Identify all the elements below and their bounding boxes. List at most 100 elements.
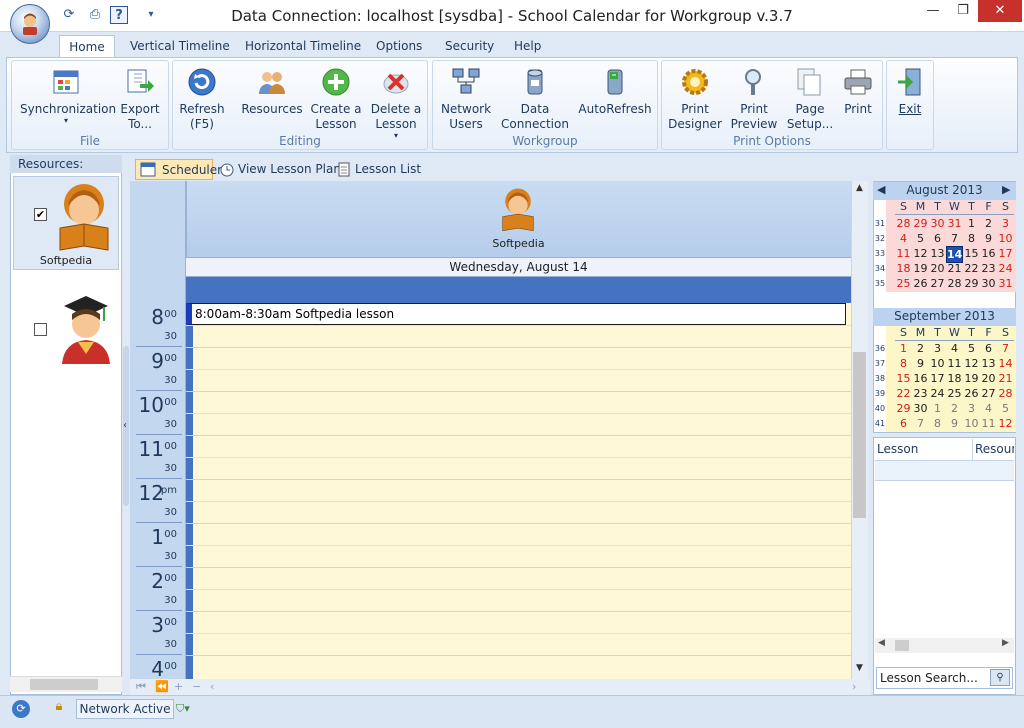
scroll-up-icon[interactable]: ▲ <box>852 183 867 193</box>
print-button[interactable]: Print <box>838 66 878 117</box>
refresh-button[interactable]: Refresh (F5) <box>176 66 228 132</box>
calendar-day[interactable]: 3 <box>997 216 1014 231</box>
calendar-day[interactable]: 31 <box>997 276 1014 291</box>
calendar-day[interactable]: 26 <box>963 386 980 401</box>
synchronization-button[interactable]: Synchronization ▾ <box>20 66 116 125</box>
calendar-day[interactable]: 13 <box>980 356 997 371</box>
prev-page-icon[interactable]: ⏪ <box>155 679 169 694</box>
calendar-day[interactable]: 25 <box>895 276 912 291</box>
calendar-day[interactable]: 2 <box>946 401 963 416</box>
export-to-button[interactable]: Export To... <box>115 66 165 132</box>
calendar-day[interactable]: 27 <box>929 276 946 291</box>
calendar-day[interactable]: 25 <box>946 386 963 401</box>
calendar-day[interactable]: 29 <box>912 216 929 231</box>
calendar-day[interactable]: 4 <box>980 401 997 416</box>
calendar-day[interactable]: 30 <box>980 276 997 291</box>
calendar-day[interactable]: 14 <box>997 356 1014 371</box>
calendar-day[interactable]: 5 <box>912 231 929 246</box>
calendar-day[interactable]: 15 <box>895 371 912 386</box>
column-resource[interactable]: Resource <box>972 439 1014 460</box>
calendar-day[interactable]: 3 <box>929 341 946 356</box>
resource-checkbox[interactable]: ✔ <box>34 208 47 221</box>
calendar-day[interactable]: 6 <box>895 416 912 431</box>
calendar-day[interactable]: 6 <box>980 341 997 356</box>
calendar-day[interactable]: 3 <box>963 401 980 416</box>
app-menu-button[interactable] <box>10 4 50 44</box>
lock-icon[interactable]: 🔒︎ <box>50 699 68 719</box>
calendar-day[interactable]: 21 <box>946 261 963 276</box>
calendar-day[interactable]: 11 <box>946 356 963 371</box>
calendar-day[interactable]: 20 <box>929 261 946 276</box>
calendar-day[interactable]: 23 <box>980 261 997 276</box>
tab-vertical-timeline[interactable]: Vertical Timeline <box>120 35 240 58</box>
calendar-day[interactable]: 4 <box>895 231 912 246</box>
calendar-day[interactable]: 11 <box>895 246 912 261</box>
calendar-day[interactable]: 28 <box>895 216 912 231</box>
add-icon[interactable]: + <box>174 679 183 694</box>
calendar-day[interactable]: 24 <box>929 386 946 401</box>
scroll-right-icon[interactable]: › <box>852 679 856 694</box>
calendar-day[interactable]: 16 <box>912 371 929 386</box>
page-setup-button[interactable]: Page Setup... <box>786 66 834 132</box>
tab-view-lesson-plans[interactable]: View Lesson Plans <box>238 159 347 180</box>
calendar-day[interactable]: 7 <box>946 231 963 246</box>
calendar-day[interactable]: 9 <box>946 416 963 431</box>
calendar-day[interactable]: 18 <box>895 261 912 276</box>
print-designer-button[interactable]: Print Designer <box>668 66 722 132</box>
calendar-day[interactable]: 12 <box>963 356 980 371</box>
create-lesson-button[interactable]: Create a Lesson <box>308 66 364 132</box>
calendar-day[interactable]: 6 <box>929 231 946 246</box>
autorefresh-button[interactable]: AutoRefresh <box>578 66 652 117</box>
calendar-day[interactable]: 10 <box>929 356 946 371</box>
calendar-day[interactable]: 10 <box>997 231 1014 246</box>
calendar-day[interactable]: 1 <box>963 216 980 231</box>
column-lesson[interactable]: Lesson <box>877 439 918 460</box>
scroll-left-icon[interactable]: ◀ <box>878 638 885 648</box>
resource-checkbox[interactable] <box>34 323 47 336</box>
calendar-day[interactable]: 23 <box>912 386 929 401</box>
calendar-day[interactable]: 18 <box>946 371 963 386</box>
calendar-day[interactable]: 1 <box>895 341 912 356</box>
appointment[interactable]: 8:00am-8:30am Softpedia lesson <box>186 303 846 325</box>
calendar-day[interactable]: 30 <box>912 401 929 416</box>
network-users-button[interactable]: Network Users <box>438 66 494 132</box>
calendar-day[interactable]: 30 <box>929 216 946 231</box>
calendar-day[interactable]: 21 <box>997 371 1014 386</box>
lesson-new-row[interactable] <box>875 461 1014 481</box>
calendar-day[interactable]: 28 <box>946 276 963 291</box>
tab-lesson-list[interactable]: Lesson List <box>355 159 421 180</box>
collapse-arrow-icon[interactable]: ‹ <box>123 420 127 431</box>
calendar-day[interactable]: 19 <box>912 261 929 276</box>
calendar-day[interactable]: 9 <box>912 356 929 371</box>
time-grid[interactable] <box>186 303 851 679</box>
calendar-day[interactable]: 22 <box>963 261 980 276</box>
prev-month-icon[interactable]: ◀ <box>877 183 885 196</box>
maximize-button[interactable]: ❐ <box>948 0 978 22</box>
resources-hscroll[interactable] <box>10 676 122 692</box>
tab-horizontal-timeline[interactable]: Horizontal Timeline <box>235 35 371 58</box>
minimize-button[interactable]: — <box>918 0 948 22</box>
scroll-left-icon[interactable]: ‹ <box>210 679 214 694</box>
calendar-day[interactable]: 13 <box>929 246 946 261</box>
calendar-day[interactable]: 8 <box>963 231 980 246</box>
calendar-day[interactable]: 8 <box>929 416 946 431</box>
calendar-day[interactable]: 27 <box>980 386 997 401</box>
calendar-day[interactable]: 22 <box>895 386 912 401</box>
calendar-day[interactable]: 20 <box>980 371 997 386</box>
binoculars-icon[interactable]: ⚲ <box>990 669 1010 686</box>
remove-icon[interactable]: − <box>192 679 201 694</box>
tab-help[interactable]: Help <box>504 35 551 58</box>
calendar-day[interactable]: 19 <box>963 371 980 386</box>
calendar-day[interactable]: 2 <box>912 341 929 356</box>
calendar-day[interactable]: 4 <box>946 341 963 356</box>
calendar-day[interactable]: 24 <box>997 261 1014 276</box>
exit-button[interactable]: Exit <box>890 66 930 117</box>
calendar-day[interactable]: 5 <box>997 401 1014 416</box>
shield-icon[interactable]: ⛉▾ <box>176 700 206 718</box>
calendar-day[interactable]: 17 <box>997 246 1014 261</box>
calendar-day[interactable]: 12 <box>912 246 929 261</box>
calendar-day[interactable]: 2 <box>980 216 997 231</box>
calendar-day[interactable]: 12 <box>997 416 1014 431</box>
first-icon[interactable]: ⏮ <box>136 679 146 694</box>
calendar-day[interactable]: 11 <box>980 416 997 431</box>
